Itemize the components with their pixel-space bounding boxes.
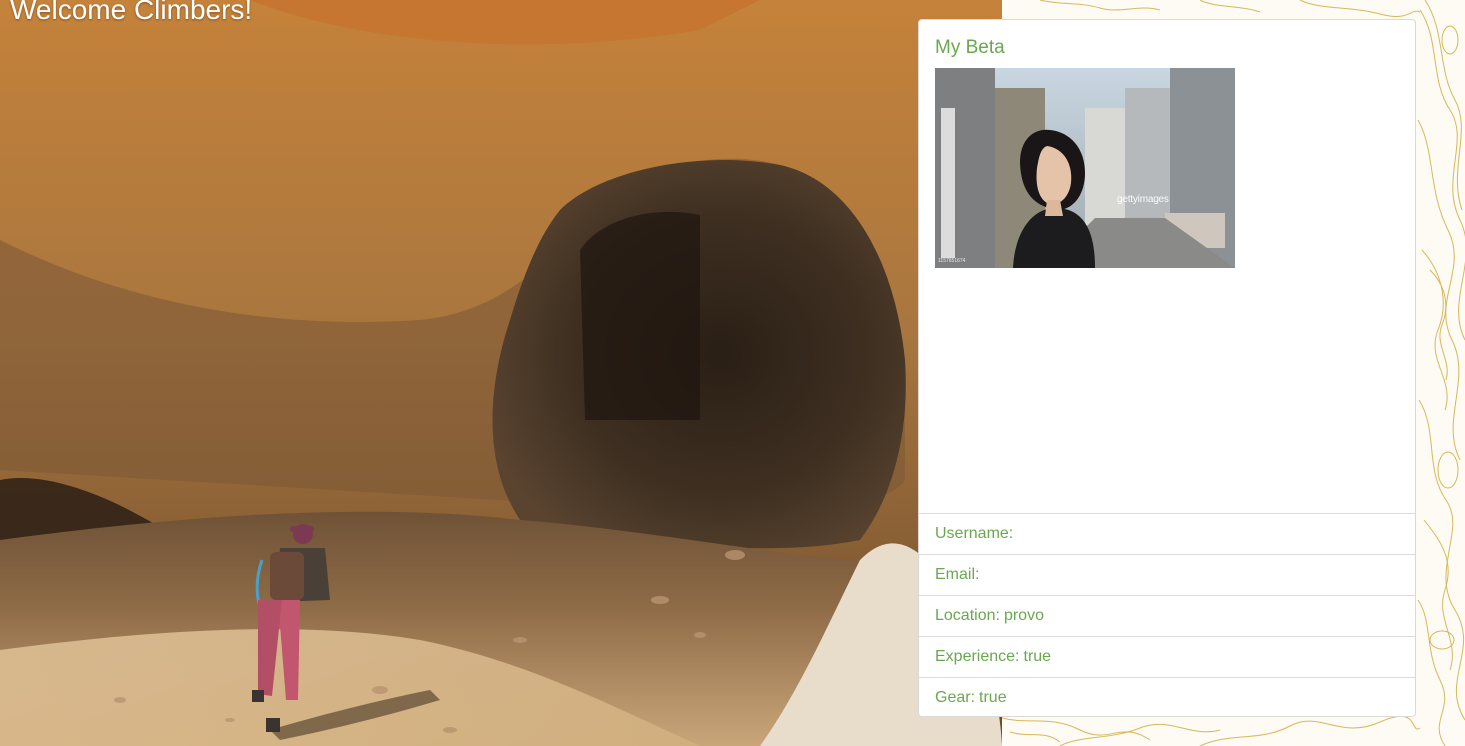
hero-image: Welcome Climbers! <box>0 0 1002 746</box>
profile-details-list: Username: Email: Location: provo Experien… <box>919 513 1415 716</box>
card-title: My Beta <box>935 37 1005 58</box>
portrait-image <box>935 68 1235 268</box>
detail-label: Email: <box>935 566 980 583</box>
cave-photo <box>0 0 1002 746</box>
page: Welcome Climbers! My Beta gettyimages 11… <box>0 0 1465 746</box>
detail-label: Location: <box>935 607 1000 624</box>
detail-label: Gear: <box>935 689 976 706</box>
photo-watermark: gettyimages <box>1117 194 1169 205</box>
profile-card: My Beta gettyimages 1157651674 Username:… <box>918 19 1416 717</box>
profile-photo: gettyimages 1157651674 <box>935 68 1235 268</box>
detail-value: provo <box>1003 607 1044 624</box>
welcome-heading: Welcome Climbers! <box>10 0 253 25</box>
detail-email: Email: <box>919 554 1415 595</box>
detail-label: Experience: <box>935 648 1020 665</box>
detail-label: Username: <box>935 525 1014 542</box>
detail-value: true <box>1023 648 1052 665</box>
detail-gear: Gear: true <box>919 677 1415 716</box>
detail-value: true <box>979 689 1007 706</box>
detail-location: Location: provo <box>919 595 1415 636</box>
photo-image-id: 1157651674 <box>938 258 966 264</box>
detail-username: Username: <box>919 513 1415 554</box>
detail-experience: Experience: true <box>919 636 1415 677</box>
